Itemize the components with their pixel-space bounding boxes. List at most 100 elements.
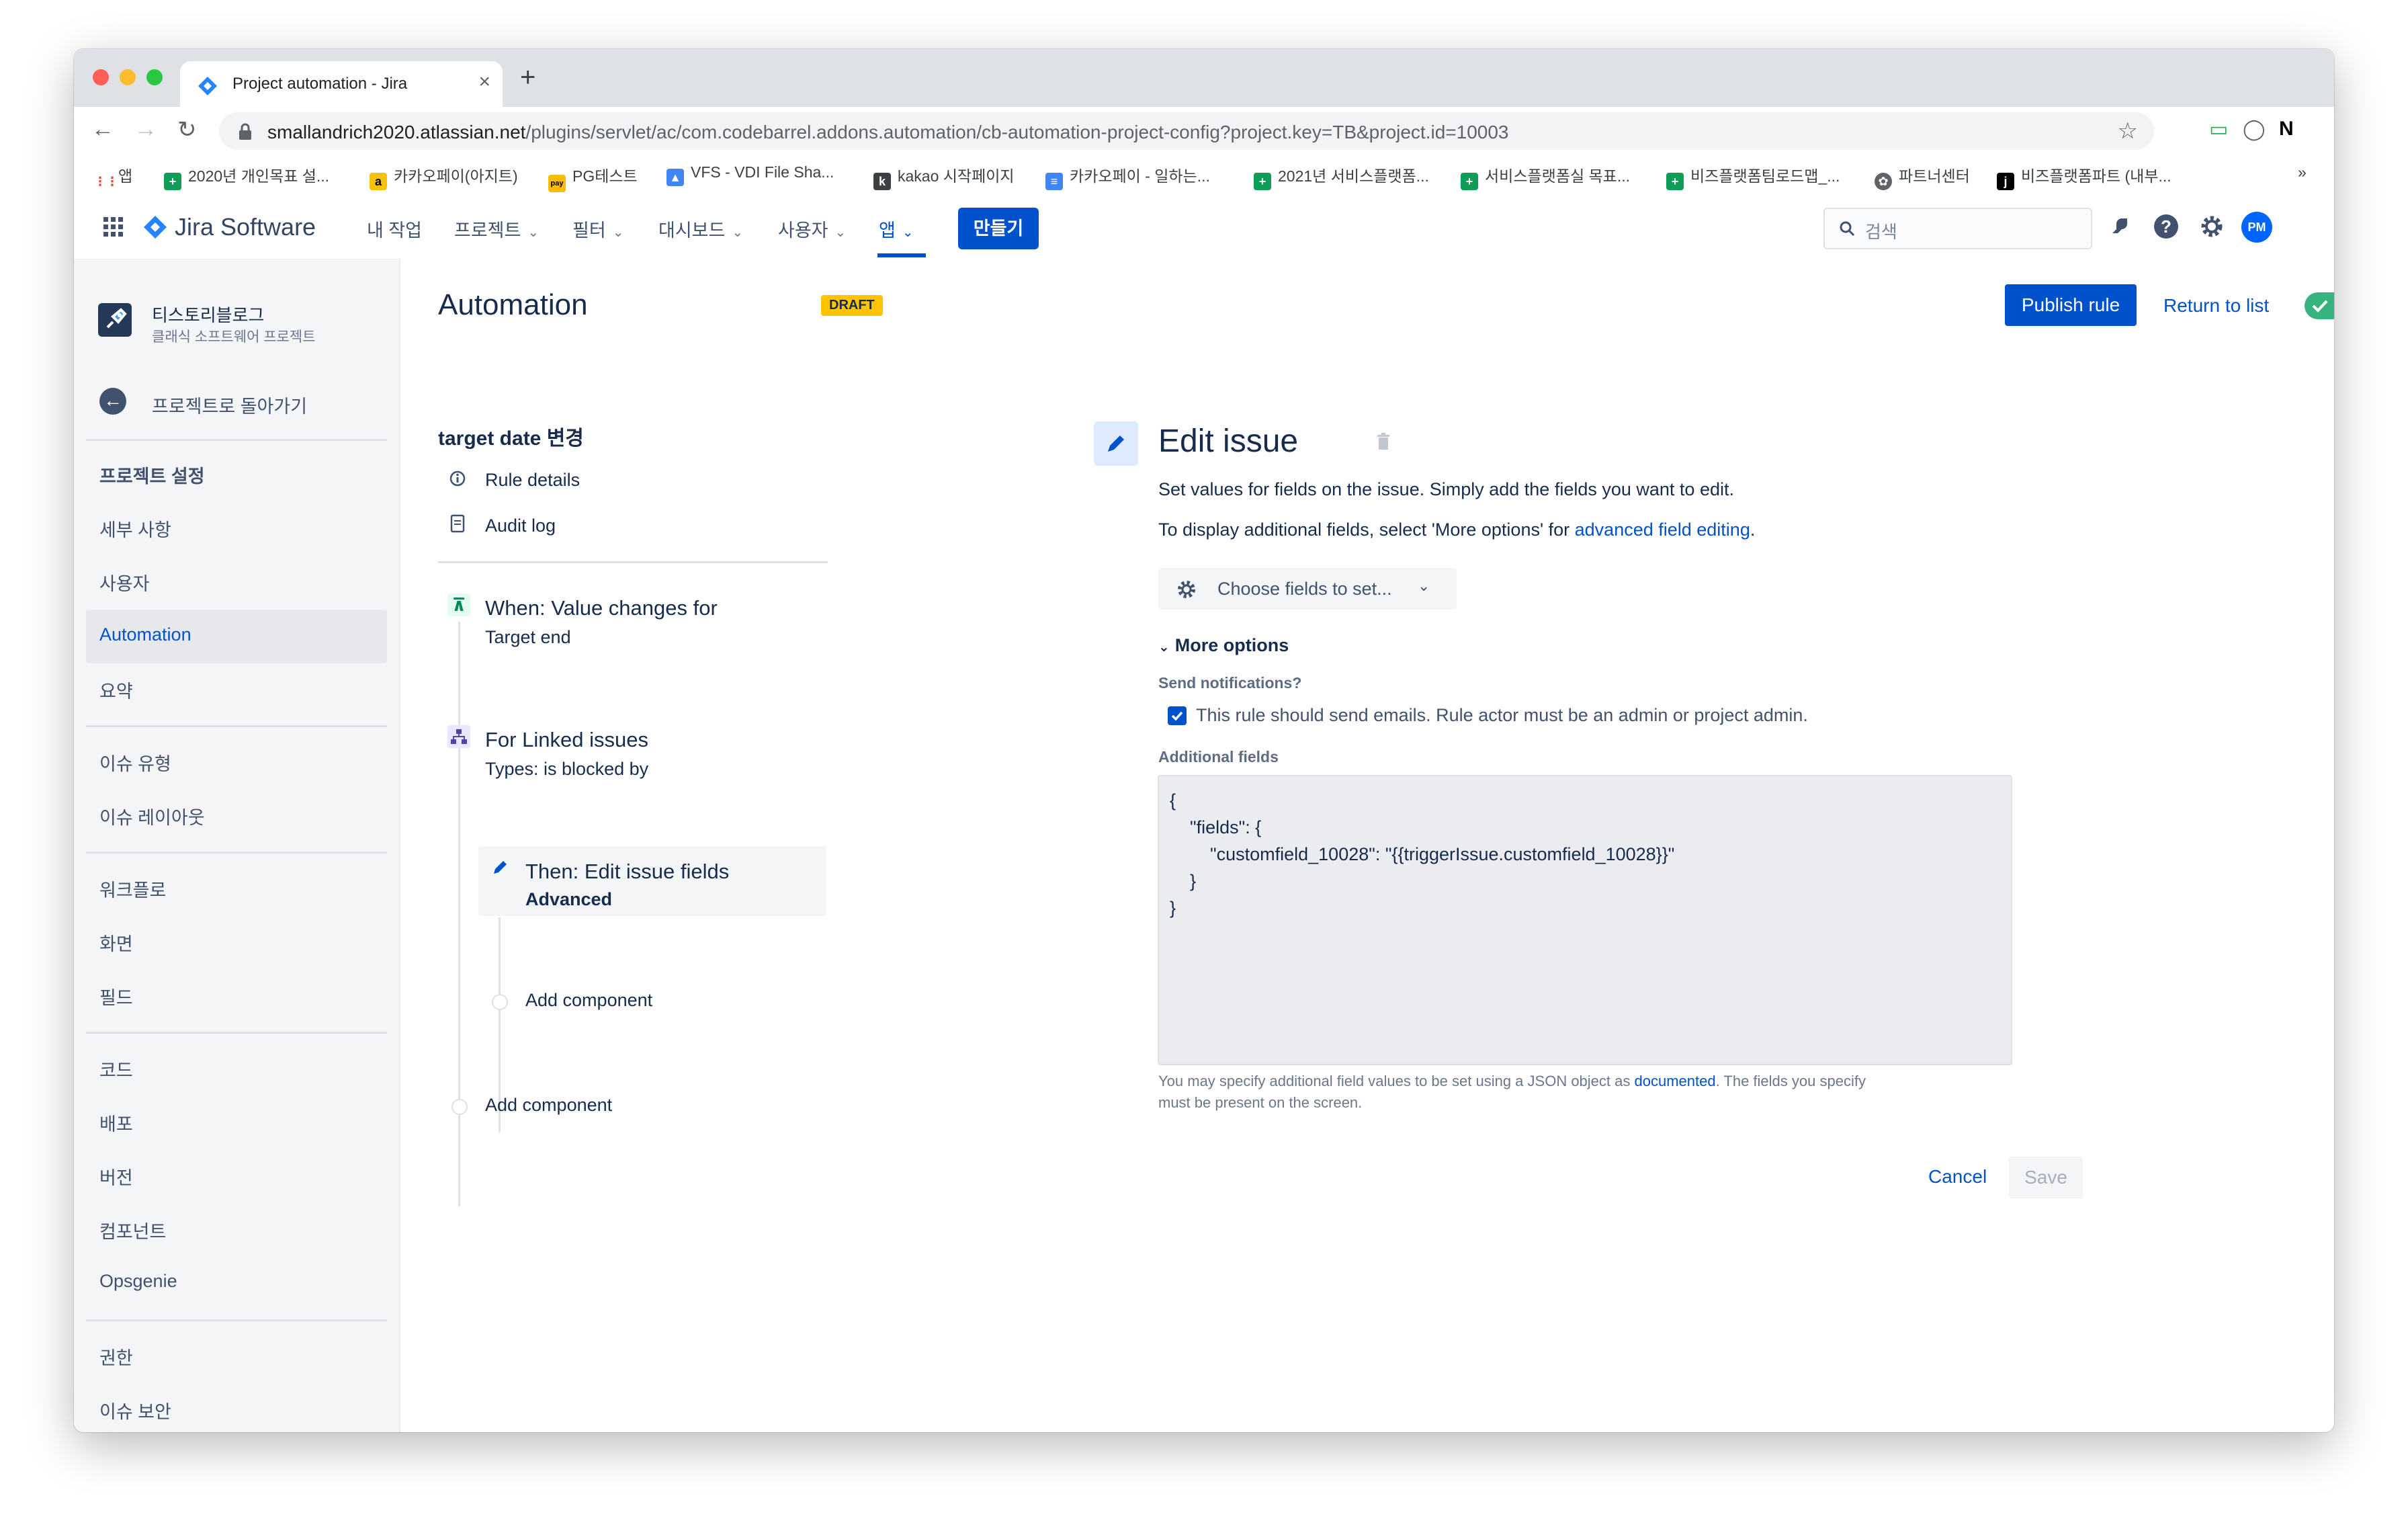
- sidebar-item-code[interactable]: 코드: [99, 1056, 133, 1082]
- divider: [86, 1032, 387, 1034]
- sidebar-item-screens[interactable]: 화면: [99, 929, 133, 956]
- trash-icon[interactable]: [1376, 432, 1391, 451]
- advanced-field-editing-link[interactable]: advanced field editing: [1575, 520, 1750, 540]
- app-switcher-icon[interactable]: [102, 216, 125, 239]
- extension-circle-icon[interactable]: ◯: [2243, 118, 2266, 141]
- sidebar-item-issue-types[interactable]: 이슈 유형: [99, 749, 171, 776]
- bookmark-star-icon[interactable]: ☆: [2118, 118, 2138, 144]
- chevron-down-icon: ⌄: [1158, 640, 1170, 655]
- rule-details-link[interactable]: Rule details: [438, 463, 814, 501]
- nav-projects[interactable]: 프로젝트 ⌄: [454, 216, 539, 242]
- pay-icon: pay: [548, 175, 566, 192]
- sidebar-item-summary[interactable]: 요약: [99, 677, 133, 703]
- panel-title: Edit issue: [1158, 423, 1299, 459]
- cancel-button[interactable]: Cancel: [1928, 1166, 1987, 1188]
- action-title: Then: Edit issue fields: [525, 860, 730, 883]
- reload-icon[interactable]: ↻: [177, 116, 197, 143]
- draft-badge: DRAFT: [821, 295, 883, 316]
- notion-extension-icon[interactable]: N: [2279, 118, 2294, 140]
- project-type: 클래식 소프트웨어 프로젝트: [152, 329, 316, 345]
- sidebar-item-deployments[interactable]: 배포: [99, 1110, 133, 1136]
- add-component-inner-link[interactable]: Add component: [525, 990, 652, 1011]
- divider: [438, 561, 828, 563]
- panel-description: Set values for fields on the issue. Simp…: [1158, 479, 1734, 499]
- notifications-icon[interactable]: [2107, 213, 2134, 240]
- maximize-window-button[interactable]: [146, 69, 163, 85]
- browser-window: Project automation - Jira × + ← → ↻ smal…: [74, 49, 2334, 1432]
- nav-my-work[interactable]: 내 작업: [367, 216, 422, 242]
- chevron-down-icon: ⌄: [527, 225, 540, 240]
- close-tab-icon[interactable]: ×: [478, 71, 490, 93]
- back-to-project-link[interactable]: 프로젝트로 돌아가기: [152, 392, 307, 418]
- additional-fields-json-editor[interactable]: { "fields": { "customfield_10028": "{{tr…: [1158, 775, 2012, 1065]
- nav-apps[interactable]: 앱 ⌄: [879, 216, 914, 242]
- product-name[interactable]: Jira Software: [175, 213, 316, 241]
- browser-tab[interactable]: Project automation - Jira ×: [180, 61, 503, 107]
- sheets-icon: +: [1254, 173, 1271, 190]
- sidebar-item-components[interactable]: 컴포넌트: [99, 1217, 166, 1243]
- nav-dashboards[interactable]: 대시보드 ⌄: [658, 216, 743, 242]
- sidebar-item-automation[interactable]: Automation: [99, 624, 191, 645]
- bookmark-item[interactable]: pay PG테스트: [548, 163, 638, 192]
- extension-icon[interactable]: ▭: [2209, 118, 2228, 141]
- sidebar-item-details[interactable]: 세부 사항: [99, 515, 171, 542]
- close-window-button[interactable]: [93, 69, 109, 85]
- bookmark-item[interactable]: + 비즈플랫폼팀로드맵_...: [1666, 163, 1840, 190]
- create-button[interactable]: 만들기: [958, 208, 1039, 249]
- send-notifications-checkbox[interactable]: [1168, 706, 1187, 725]
- branch-title: For Linked issues: [485, 728, 648, 751]
- publish-rule-button[interactable]: Publish rule: [2005, 284, 2137, 326]
- rule-enabled-toggle[interactable]: [2305, 292, 2334, 319]
- search-input[interactable]: 검색: [1823, 208, 2092, 249]
- documented-link[interactable]: documented: [1634, 1073, 1715, 1089]
- minimize-window-button[interactable]: [120, 69, 136, 85]
- sidebar-item-issue-layout[interactable]: 이슈 레이아웃: [99, 803, 205, 829]
- bookmark-item[interactable]: k kakao 시작페이지: [873, 163, 1015, 190]
- info-icon: [449, 470, 466, 487]
- bookmark-item[interactable]: +2020년 개인목표 설...: [164, 163, 329, 190]
- bookmark-item[interactable]: ▲ VFS - VDI File Sha...: [666, 163, 834, 186]
- sidebar-item-issue-security[interactable]: 이슈 보안: [99, 1397, 171, 1423]
- bookmarks-bar: ⋮⋮앱 +2020년 개인목표 설... a 카카오페이(아지트) pay PG테스…: [74, 154, 2334, 194]
- add-component-outer-link[interactable]: Add component: [485, 1095, 612, 1116]
- bookmark-item[interactable]: ≡ 카카오페이 - 일하는...: [1045, 163, 1210, 190]
- back-arrow-icon[interactable]: ←: [99, 388, 126, 415]
- bookmark-item[interactable]: +2021년 서비스플랫폼...: [1254, 163, 1429, 190]
- bookmark-item[interactable]: j 비즈플랫폼파트 (내부...: [1997, 163, 2172, 190]
- bookmark-item[interactable]: ⋮⋮앱: [94, 163, 132, 190]
- nav-people[interactable]: 사용자 ⌄: [778, 216, 846, 242]
- tab-title: Project automation - Jira: [232, 75, 408, 93]
- address-bar[interactable]: smallandrich2020.atlassian.net/plugins/s…: [219, 112, 2154, 150]
- settings-gear-icon[interactable]: [2198, 213, 2225, 240]
- return-to-list-link[interactable]: Return to list: [2163, 295, 2269, 317]
- save-button[interactable]: Save: [2009, 1157, 2083, 1198]
- active-nav-indicator: [877, 253, 926, 257]
- sidebar-item-permissions[interactable]: 권한: [99, 1343, 133, 1370]
- bookmark-item[interactable]: a 카카오페이(아지트): [370, 163, 518, 190]
- choose-fields-dropdown[interactable]: Choose fields to set... ⌄: [1158, 568, 1457, 610]
- sidebar-item-opsgenie[interactable]: Opsgenie: [99, 1271, 177, 1292]
- sheets-icon: +: [164, 173, 181, 190]
- back-arrow-icon[interactable]: ←: [91, 116, 114, 142]
- new-tab-icon[interactable]: +: [520, 63, 535, 93]
- sidebar-item-versions[interactable]: 버전: [99, 1163, 133, 1190]
- avatar[interactable]: PM: [2241, 212, 2272, 243]
- trigger-subtitle: Target end: [485, 627, 571, 647]
- help-icon[interactable]: ?: [2153, 213, 2180, 240]
- flow-line: [458, 622, 460, 1206]
- bookmarks-more-icon[interactable]: »: [2298, 163, 2307, 181]
- forward-arrow-icon[interactable]: →: [134, 116, 157, 142]
- sidebar-item-workflows[interactable]: 워크플로: [99, 876, 166, 902]
- bookmark-item[interactable]: + 서비스플랫폼실 목표...: [1461, 163, 1630, 190]
- section-title: 프로젝트 설정: [99, 466, 205, 487]
- gear-icon: [1178, 581, 1195, 598]
- sidebar-item-fields[interactable]: 필드: [99, 983, 133, 1009]
- more-options-toggle[interactable]: ⌄ More options: [1158, 635, 1289, 656]
- audit-log-link[interactable]: Audit log: [438, 509, 814, 546]
- pencil-icon: [1108, 436, 1124, 452]
- sidebar-item-people[interactable]: 사용자: [99, 569, 150, 595]
- chevron-down-icon: ⌄: [834, 225, 847, 240]
- bookmark-item[interactable]: ✿ 파트너센터: [1875, 163, 1970, 190]
- nav-filters[interactable]: 필터 ⌄: [572, 216, 624, 242]
- jira-logo-icon[interactable]: [142, 214, 168, 240]
